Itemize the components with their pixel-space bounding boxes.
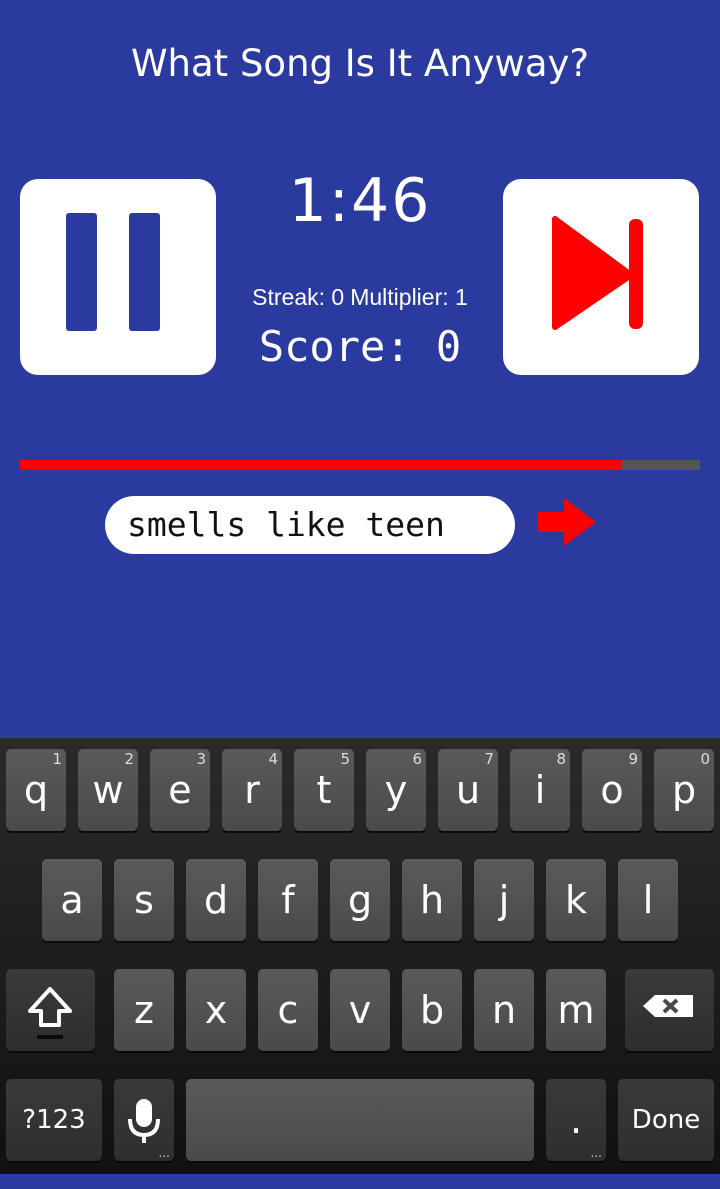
key-h[interactable]: h bbox=[402, 859, 462, 941]
key-label: c bbox=[277, 988, 299, 1032]
voice-input-key[interactable]: ... bbox=[114, 1079, 174, 1161]
key-k[interactable]: k bbox=[546, 859, 606, 941]
key-p[interactable]: p0 bbox=[654, 749, 714, 831]
key-l[interactable]: l bbox=[618, 859, 678, 941]
key-label: t bbox=[316, 768, 332, 812]
key-m[interactable]: m bbox=[546, 969, 606, 1051]
key-label: o bbox=[600, 768, 624, 812]
key-x[interactable]: x bbox=[186, 969, 246, 1051]
key-hint: 5 bbox=[340, 750, 350, 768]
key-y[interactable]: y6 bbox=[366, 749, 426, 831]
key-label: u bbox=[455, 768, 481, 812]
guess-input[interactable]: smells like teen bbox=[105, 496, 515, 554]
key-hint: 4 bbox=[268, 750, 278, 768]
app-title: What Song Is It Anyway? bbox=[130, 42, 590, 85]
key-label: q bbox=[23, 768, 49, 812]
key-n[interactable]: n bbox=[474, 969, 534, 1051]
key-label: w bbox=[92, 768, 124, 812]
score-label: Score: 0 bbox=[258, 322, 462, 371]
key-v[interactable]: v bbox=[330, 969, 390, 1051]
key-label: b bbox=[419, 988, 445, 1032]
stats-line: Streak: 0 Multiplier: 1 bbox=[222, 284, 498, 311]
done-key-label: Done bbox=[631, 1105, 701, 1135]
done-key[interactable]: Done bbox=[618, 1079, 714, 1161]
key-hint: 6 bbox=[412, 750, 422, 768]
key-hint: 0 bbox=[700, 750, 710, 768]
key-label: i bbox=[534, 768, 546, 812]
key-u[interactable]: u7 bbox=[438, 749, 498, 831]
key-w[interactable]: w2 bbox=[78, 749, 138, 831]
more-indicator: ... bbox=[590, 1146, 602, 1160]
key-label: a bbox=[60, 878, 84, 922]
key-label: v bbox=[348, 988, 372, 1032]
key-label: g bbox=[347, 878, 373, 922]
period-key-label: . bbox=[569, 1098, 583, 1142]
key-s[interactable]: s bbox=[114, 859, 174, 941]
key-c[interactable]: c bbox=[258, 969, 318, 1051]
key-label: h bbox=[419, 878, 445, 922]
key-d[interactable]: d bbox=[186, 859, 246, 941]
key-e[interactable]: e3 bbox=[150, 749, 210, 831]
symbols-key[interactable]: ?123 bbox=[6, 1079, 102, 1161]
song-progress-fill bbox=[20, 460, 622, 470]
key-hint: 9 bbox=[628, 750, 638, 768]
key-a[interactable]: a bbox=[42, 859, 102, 941]
key-q[interactable]: q1 bbox=[6, 749, 66, 831]
space-bar[interactable] bbox=[186, 1079, 534, 1161]
key-label: r bbox=[244, 768, 260, 812]
soft-keyboard: ?123 ... . ... Done q1w2e3r4t5y6u7i8o9p0… bbox=[0, 738, 720, 1174]
timer: 1:46 bbox=[288, 166, 432, 236]
shift-key[interactable] bbox=[6, 969, 95, 1051]
symbols-key-label: ?123 bbox=[22, 1105, 86, 1135]
backspace-key[interactable] bbox=[625, 969, 714, 1051]
period-key[interactable]: . ... bbox=[546, 1079, 606, 1161]
skip-song-button[interactable] bbox=[503, 179, 699, 375]
key-j[interactable]: j bbox=[474, 859, 534, 941]
song-progress-bar bbox=[20, 460, 700, 470]
skip-next-icon bbox=[552, 216, 643, 330]
key-label: z bbox=[134, 988, 154, 1032]
key-label: k bbox=[564, 878, 587, 922]
key-hint: 7 bbox=[484, 750, 494, 768]
game-screen: What Song Is It Anyway? 1:46 Streak: 0 Mu… bbox=[0, 0, 720, 738]
more-indicator: ... bbox=[158, 1146, 170, 1160]
key-hint: 1 bbox=[52, 750, 62, 768]
multiplier-label: Multiplier: 1 bbox=[350, 284, 468, 310]
pause-icon bbox=[66, 213, 160, 331]
key-o[interactable]: o9 bbox=[582, 749, 642, 831]
submit-guess-arrow-icon[interactable] bbox=[536, 496, 598, 548]
key-i[interactable]: i8 bbox=[510, 749, 570, 831]
key-t[interactable]: t5 bbox=[294, 749, 354, 831]
backspace-icon bbox=[643, 995, 693, 1017]
key-label: f bbox=[281, 878, 295, 922]
streak-label: Streak: 0 bbox=[252, 284, 345, 310]
pause-button[interactable] bbox=[20, 179, 216, 375]
key-label: n bbox=[491, 988, 517, 1032]
key-label: y bbox=[384, 768, 408, 812]
key-label: m bbox=[557, 988, 595, 1032]
key-hint: 8 bbox=[556, 750, 566, 768]
key-z[interactable]: z bbox=[114, 969, 174, 1051]
key-g[interactable]: g bbox=[330, 859, 390, 941]
shift-icon bbox=[28, 987, 72, 1039]
key-label: e bbox=[168, 768, 192, 812]
key-f[interactable]: f bbox=[258, 859, 318, 941]
key-label: d bbox=[203, 878, 229, 922]
key-hint: 2 bbox=[124, 750, 134, 768]
key-label: l bbox=[642, 878, 654, 922]
key-label: x bbox=[204, 988, 228, 1032]
key-label: j bbox=[498, 878, 510, 922]
key-label: p bbox=[671, 768, 697, 812]
key-b[interactable]: b bbox=[402, 969, 462, 1051]
key-label: s bbox=[134, 878, 154, 922]
key-r[interactable]: r4 bbox=[222, 749, 282, 831]
key-hint: 3 bbox=[196, 750, 206, 768]
